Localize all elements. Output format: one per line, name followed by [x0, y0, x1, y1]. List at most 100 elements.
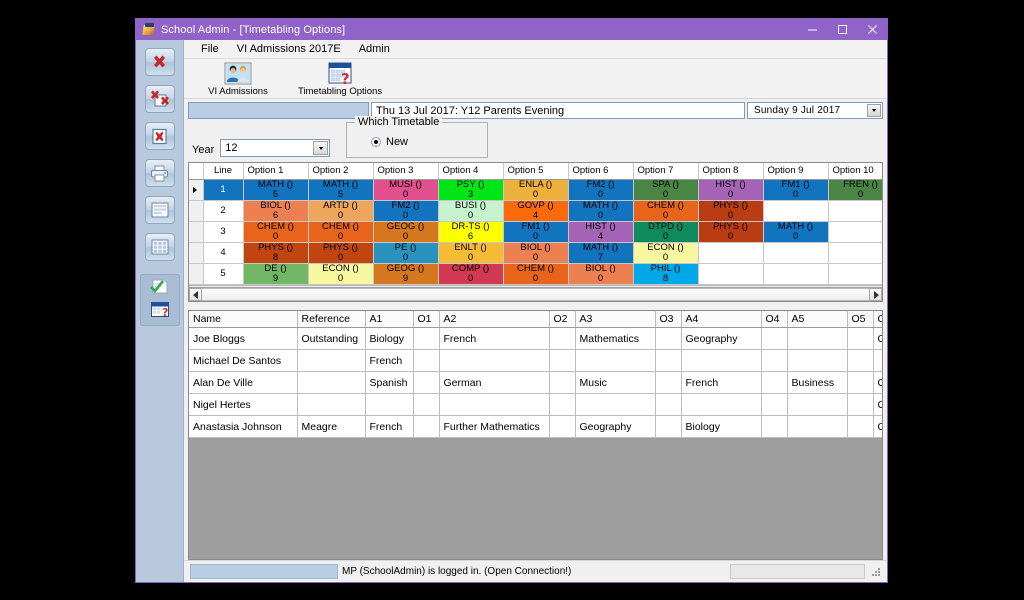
timetable-option-cell[interactable]: COMP () 0: [438, 263, 504, 285]
table-row[interactable]: Joe Bloggs Outstanding Biology French Mathem…: [189, 327, 882, 350]
timetable-line-cell[interactable]: 4: [203, 242, 244, 264]
timetable-option-cell[interactable]: PHYS () 0: [698, 221, 764, 243]
timetable-option-cell[interactable]: GEOG () 9: [373, 263, 439, 285]
table-cell[interactable]: French: [365, 415, 414, 438]
table-cell[interactable]: [365, 393, 414, 416]
timetable-row[interactable]: 3 CHEM () 0 CHEM () 0 GEOG () 0 DR-TS () 6 FM1 ()…: [189, 221, 882, 243]
year-select[interactable]: 12: [220, 139, 331, 157]
timetable-option-cell[interactable]: ARTD () 0: [308, 200, 374, 222]
maximize-button[interactable]: [827, 19, 857, 40]
minimize-button[interactable]: [797, 19, 827, 40]
scrollbar-thumb[interactable]: [202, 288, 869, 301]
timetable-option-cell[interactable]: MUSI () 0: [373, 179, 439, 201]
list-report-button[interactable]: [144, 196, 175, 224]
timetable-option-cell[interactable]: FM2 () 0: [568, 179, 634, 201]
timetable-col-header[interactable]: Option 6: [568, 163, 634, 180]
timetable-col-header[interactable]: Option 2: [308, 163, 374, 180]
grid-view-button[interactable]: [144, 233, 175, 261]
timetable-empty-cell[interactable]: [763, 263, 829, 285]
table-cell[interactable]: French: [681, 371, 762, 394]
timetable-empty-cell[interactable]: [698, 263, 764, 285]
timetable-empty-cell[interactable]: [698, 242, 764, 264]
table-cell[interactable]: [787, 415, 848, 438]
timetable-option-cell[interactable]: ECON () 0: [633, 242, 699, 264]
row-selector-cell[interactable]: [189, 221, 204, 243]
timetable-option-cell[interactable]: GEOG () 0: [373, 221, 439, 243]
table-cell[interactable]: Nigel Hertes: [189, 393, 298, 416]
table-row[interactable]: Nigel Hertes Offer Accepted: [189, 393, 882, 416]
timetable-option-cell[interactable]: BIOL () 0: [568, 263, 634, 285]
table-cell[interactable]: [761, 349, 788, 372]
students-col-header[interactable]: A1: [365, 311, 414, 328]
table-cell[interactable]: Michael De Santos: [189, 349, 298, 372]
table-cell[interactable]: [549, 393, 576, 416]
table-cell[interactable]: [297, 393, 366, 416]
scroll-left-icon[interactable]: [189, 288, 202, 301]
timetable-hscrollbar[interactable]: [189, 287, 882, 301]
timetable-option-cell[interactable]: PE () 0: [373, 242, 439, 264]
students-col-header[interactable]: Offer Status: [873, 311, 882, 328]
students-col-header[interactable]: Reference: [297, 311, 366, 328]
timetable-option-cell[interactable]: DR-TS () 6: [438, 221, 504, 243]
students-col-header[interactable]: O1: [413, 311, 440, 328]
table-cell[interactable]: Anastasia Johnson: [189, 415, 298, 438]
timetable-option-cell[interactable]: ENLA () 0: [503, 179, 569, 201]
timetable-col-header[interactable]: Option 4: [438, 163, 504, 180]
timetable-empty-cell[interactable]: [828, 200, 882, 222]
table-cell[interactable]: [413, 327, 440, 350]
timetable-empty-cell[interactable]: [828, 263, 882, 285]
menu-admin[interactable]: Admin: [350, 41, 399, 58]
table-cell[interactable]: Music: [575, 371, 656, 394]
chevron-down-icon[interactable]: [867, 104, 881, 117]
table-cell[interactable]: [413, 349, 440, 372]
table-cell[interactable]: [655, 393, 682, 416]
table-cell[interactable]: Mathematics: [575, 327, 656, 350]
header-blank-field[interactable]: [188, 102, 369, 119]
table-cell[interactable]: [847, 393, 874, 416]
table-cell[interactable]: [761, 371, 788, 394]
table-cell[interactable]: [575, 393, 656, 416]
timetable-option-cell[interactable]: DE () 9: [243, 263, 309, 285]
timetable-option-cell[interactable]: CHEM () 0: [503, 263, 569, 285]
spellcheck-button[interactable]: [149, 279, 171, 298]
delete-button[interactable]: [144, 48, 175, 76]
row-selector-cell[interactable]: [189, 179, 204, 201]
timetable-option-cell[interactable]: PHYS () 0: [308, 242, 374, 264]
timetable-col-header[interactable]: Option 8: [698, 163, 764, 180]
offer-status-cell[interactable]: [873, 349, 882, 372]
timetable-line-cell[interactable]: 2: [203, 200, 244, 222]
timetable-option-cell[interactable]: MATH () 0: [763, 221, 829, 243]
table-cell[interactable]: [439, 393, 550, 416]
chevron-down-icon[interactable]: [313, 141, 329, 155]
table-cell[interactable]: [413, 415, 440, 438]
menu-file[interactable]: File: [192, 41, 228, 58]
timetable-option-cell[interactable]: PHYS () 0: [698, 200, 764, 222]
timetable-select-header[interactable]: [189, 163, 204, 180]
timetable-empty-cell[interactable]: [828, 242, 882, 264]
table-cell[interactable]: [549, 349, 576, 372]
timetable-empty-cell[interactable]: [763, 200, 829, 222]
timetable-option-cell[interactable]: ECON () 0: [308, 263, 374, 285]
table-cell[interactable]: Meagre: [297, 415, 366, 438]
menu-vi-admissions[interactable]: VI Admissions 2017E: [228, 41, 350, 58]
row-selector-cell[interactable]: [189, 242, 204, 264]
students-col-header[interactable]: A2: [439, 311, 550, 328]
delete-multiple-button[interactable]: [144, 85, 175, 113]
timetable-option-cell[interactable]: CHEM () 0: [633, 200, 699, 222]
table-cell[interactable]: [847, 415, 874, 438]
row-selector-cell[interactable]: [189, 200, 204, 222]
table-cell[interactable]: [655, 415, 682, 438]
timetable-option-cell[interactable]: MATH () 5: [308, 179, 374, 201]
table-cell[interactable]: [575, 349, 656, 372]
table-cell[interactable]: [297, 371, 366, 394]
timetable-empty-cell[interactable]: [763, 242, 829, 264]
table-cell[interactable]: Business: [787, 371, 848, 394]
table-cell[interactable]: [787, 393, 848, 416]
timetable-option-cell[interactable]: BUSI () 0: [438, 200, 504, 222]
resize-grip-icon[interactable]: [871, 567, 881, 577]
timetable-option-cell[interactable]: DTPD () 0: [633, 221, 699, 243]
timetable-line-cell[interactable]: 1: [203, 179, 244, 201]
table-cell[interactable]: [413, 393, 440, 416]
table-cell[interactable]: [847, 327, 874, 350]
table-cell[interactable]: Outstanding: [297, 327, 366, 350]
